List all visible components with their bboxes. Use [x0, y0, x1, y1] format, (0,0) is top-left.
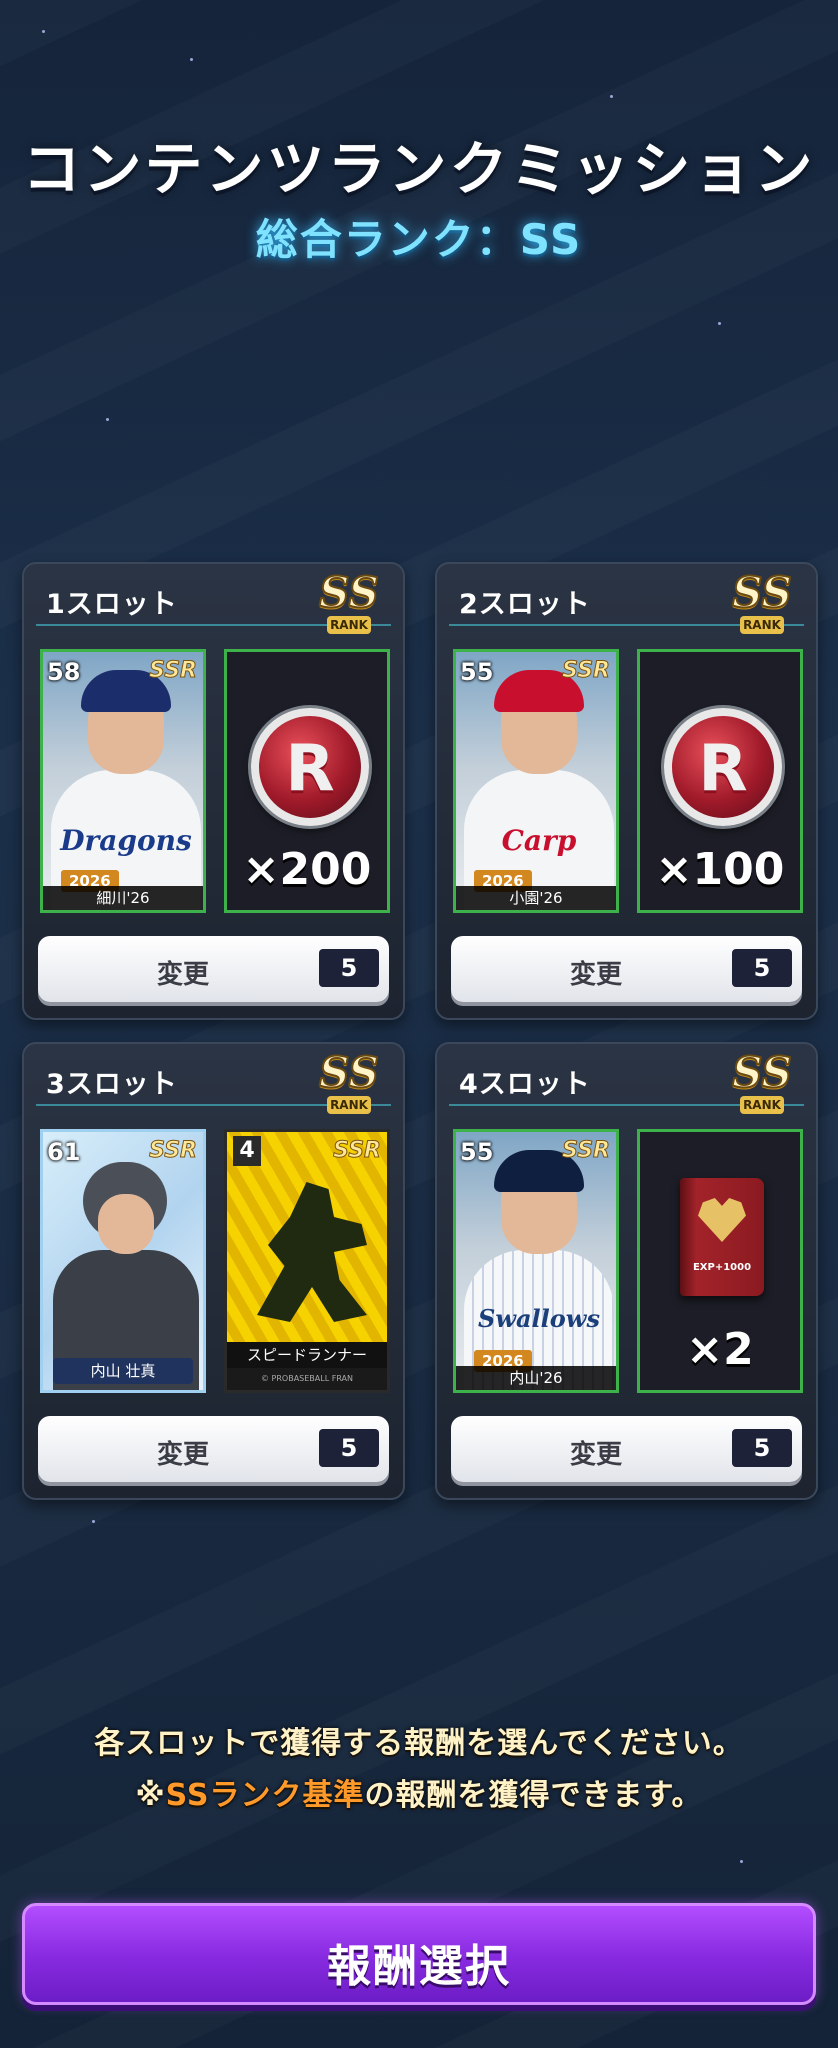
r-token-icon: R [664, 708, 782, 826]
rarity-label: SSR [562, 658, 611, 684]
reward-quantity: ×200 [242, 844, 372, 895]
cost-badge: 5 [732, 1429, 792, 1467]
rank-badge-icon: SS RANK [318, 1047, 380, 1114]
page-title: コンテンツランクミッション [22, 135, 816, 203]
cost-badge: 5 [732, 949, 792, 987]
reward-card[interactable]: R ×200 [224, 649, 390, 913]
change-button[interactable]: 変更 5 [38, 1416, 389, 1482]
slot-card-3: 3スロット SS RANK 61 SSR 内山 壮真 4 SSR スピードランナ… [22, 1042, 405, 1500]
reward-quantity: ×100 [655, 844, 785, 895]
player-number: 58 [47, 658, 81, 686]
rarity-label: SSR [562, 1138, 611, 1164]
player-name: 細川'26 [43, 886, 203, 910]
player-name: 内山 壮真 [53, 1358, 193, 1384]
change-button-label: 変更 [569, 1440, 622, 1470]
change-button[interactable]: 変更 5 [38, 936, 389, 1002]
slot-card-4: 4スロット SS RANK Swallows 55 SSR 2026 内山'26… [435, 1042, 818, 1500]
rank-note-text: ※SSランク基準の報酬を獲得できます。 [135, 1778, 703, 1813]
team-logo-text: Swallows [478, 1304, 600, 1333]
reward-card[interactable]: R ×100 [637, 649, 803, 913]
r-token-icon: R [251, 708, 369, 826]
player-card[interactable]: 61 SSR 内山 壮真 [40, 1129, 206, 1393]
star-decoration [740, 1860, 743, 1863]
rarity-label: SSR [149, 658, 198, 684]
slot-card-2: 2スロット SS RANK Carp 55 SSR 2026 小園'26 R ×… [435, 562, 818, 1020]
change-button-label: 変更 [569, 960, 622, 990]
slot-header: 2スロット SS RANK [449, 567, 804, 634]
change-button-label: 変更 [156, 960, 209, 990]
team-logo-text: Dragons [60, 824, 192, 857]
reward-quantity: ×2 [686, 1324, 754, 1375]
star-decoration [610, 95, 613, 98]
slot-header: 3スロット SS RANK [36, 1047, 391, 1114]
rank-badge-icon: SS RANK [731, 567, 793, 634]
slot-header: 4スロット SS RANK [449, 1047, 804, 1114]
player-name: 内山'26 [456, 1366, 616, 1390]
cost-badge: 5 [319, 1429, 379, 1467]
change-button-label: 変更 [156, 1440, 209, 1470]
rarity-label: SSR [333, 1138, 382, 1164]
cost-badge: 5 [319, 949, 379, 987]
rank-badge-icon: SS RANK [318, 567, 380, 634]
player-face [98, 1194, 154, 1254]
exp-label: EXP+1000 [692, 1262, 752, 1273]
skill-number: 4 [233, 1136, 261, 1166]
star-decoration [190, 58, 193, 61]
reward-select-label: 報酬選択 [327, 1941, 511, 1992]
rank-badge-icon: SS RANK [731, 1047, 793, 1114]
change-button[interactable]: 変更 5 [451, 1416, 802, 1482]
star-decoration [42, 30, 45, 33]
skill-card[interactable]: 4 SSR スピードランナー © PROBASEBALL FRAN [224, 1129, 390, 1393]
instruction-text: 各スロットで獲得する報酬を選んでください。 [94, 1726, 744, 1761]
player-name: 小園'26 [456, 886, 616, 910]
player-number: 61 [47, 1138, 81, 1166]
change-button[interactable]: 変更 5 [451, 936, 802, 1002]
star-decoration [718, 322, 721, 325]
rarity-label: SSR [149, 1138, 198, 1164]
team-logo-text: Carp [501, 824, 577, 857]
player-card[interactable]: Swallows 55 SSR 2026 内山'26 [453, 1129, 619, 1393]
slot-card-1: 1スロット SS RANK Dragons 58 SSR 2026 細川'26 … [22, 562, 405, 1020]
slot-title: 4スロット [459, 1069, 591, 1100]
star-decoration [106, 418, 109, 421]
player-card[interactable]: Dragons 58 SSR 2026 細川'26 [40, 649, 206, 913]
skill-name: スピードランナー [227, 1342, 387, 1368]
slot-title: 1スロット [46, 589, 178, 620]
exp-book-icon: EXP+1000 [680, 1178, 764, 1296]
reward-select-button[interactable]: 報酬選択 [22, 1903, 816, 2005]
slot-title: 2スロット [459, 589, 591, 620]
player-number: 55 [460, 1138, 494, 1166]
heart-icon [698, 1198, 746, 1242]
player-card[interactable]: Carp 55 SSR 2026 小園'26 [453, 649, 619, 913]
player-number: 55 [460, 658, 494, 686]
reward-card[interactable]: EXP+1000 ×2 [637, 1129, 803, 1393]
copyright-text: © PROBASEBALL FRAN [227, 1368, 387, 1390]
rank-highlight: SSランク基準 [165, 1778, 365, 1813]
overall-rank: 総合ランク：SS [255, 215, 583, 264]
slot-title: 3スロット [46, 1069, 178, 1100]
slot-header: 1スロット SS RANK [36, 567, 391, 634]
star-decoration [92, 1520, 95, 1523]
